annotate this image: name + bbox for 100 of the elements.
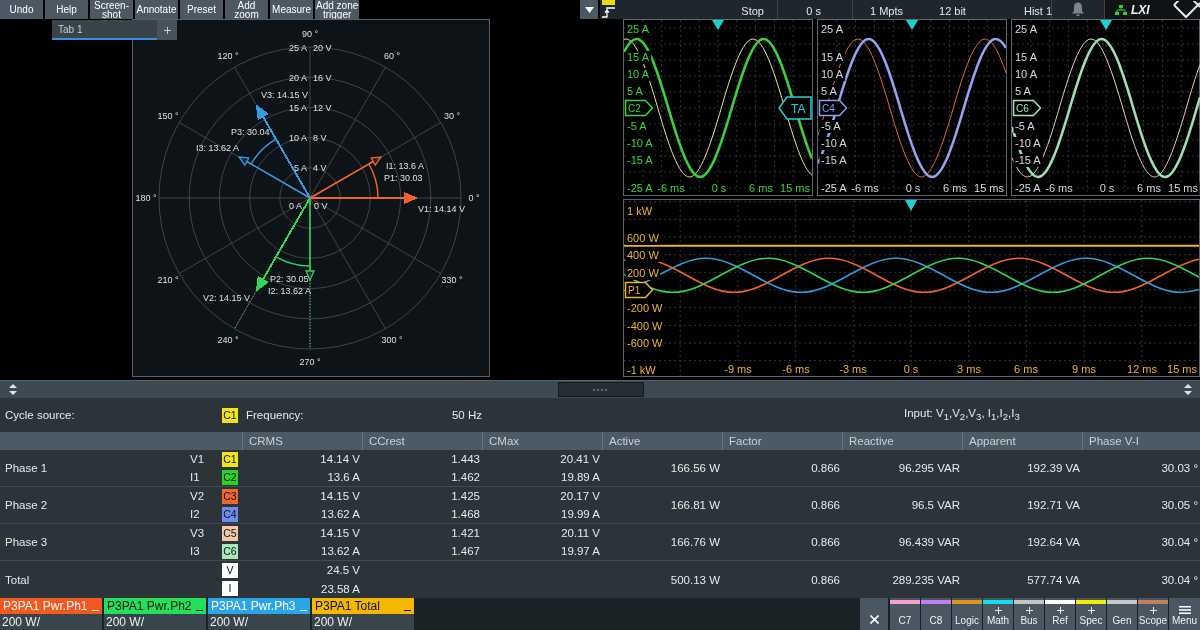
signal-button[interactable]: Math <box>983 598 1013 630</box>
channel-label[interactable]: V <box>222 562 238 578</box>
signal-button[interactable]: Logic <box>952 598 982 630</box>
channel-label[interactable]: C5 <box>222 525 238 541</box>
angle-label: 30 ° <box>443 111 461 121</box>
table-cell-text: 192.71 VA <box>1027 499 1081 511</box>
table-cell-text: 1.468 <box>451 508 481 520</box>
source-color-icon <box>602 0 615 5</box>
current-phasor-label: I3: 13.62 A <box>196 143 240 153</box>
channel-marker[interactable]: C6 <box>1012 99 1042 117</box>
channel-marker[interactable]: C2 <box>624 99 654 117</box>
channel-label[interactable]: C3 <box>222 488 238 504</box>
axis-label: 6 ms <box>1014 363 1038 375</box>
table-cell-text: 96.295 VAR <box>898 462 961 474</box>
angle-label: 120 ° <box>217 51 239 61</box>
rising-edge-icon[interactable] <box>602 7 615 18</box>
signal-name: V1 <box>189 453 206 465</box>
axis-label: 15 ms <box>780 182 810 194</box>
channel-label[interactable]: C1 <box>222 451 238 467</box>
axis-label: 15 A <box>1015 51 1038 63</box>
axis-label: 600 W <box>627 232 659 244</box>
signal-button[interactable]: Gen <box>1107 598 1137 630</box>
voltage-phasor-label: V1: 14.14 V <box>418 204 466 214</box>
table-cell-text: 1.462 <box>451 471 481 483</box>
signal-button[interactable]: Ref <box>1045 598 1075 630</box>
menu-button[interactable]: Menu <box>1169 598 1200 630</box>
channel-label[interactable]: C1 <box>222 407 238 423</box>
tab[interactable]: Tab 1 <box>52 20 157 40</box>
signal-button[interactable]: Bus <box>1014 598 1044 630</box>
signal-label-button[interactable]: P3PA1 Total <box>312 598 414 614</box>
minimize-icon[interactable] <box>196 609 203 611</box>
axis-label: -25 A <box>821 182 847 194</box>
toolbar-button[interactable]: Undo <box>0 0 43 19</box>
toolbar-button[interactable]: Preset <box>180 0 223 19</box>
axis-label: 0 s <box>711 182 727 194</box>
signal-button[interactable]: C7 <box>890 598 920 630</box>
table-cell-text: 30.05 ° <box>1161 499 1199 511</box>
current-scale-label: 5 A <box>294 163 307 174</box>
scale-value: 200 W/ <box>208 614 310 630</box>
trigger-level-marker[interactable]: TA <box>778 96 812 120</box>
toolbar-button[interactable]: Help <box>45 0 88 19</box>
column-header: Reactive <box>842 432 962 450</box>
phase-angle-arc <box>275 256 311 267</box>
phase-angle-arc <box>250 138 277 165</box>
angle-label: 60 ° <box>383 51 401 61</box>
angle-label: 270 ° <box>299 357 321 367</box>
dropdown-button[interactable] <box>580 0 598 19</box>
toolbar-button[interactable]: Add zoom <box>225 0 268 19</box>
trigger-position-icon <box>905 200 917 211</box>
axis-label: 15 A <box>627 51 650 63</box>
current-scale-label: 25 A <box>288 42 307 53</box>
close-button[interactable] <box>860 598 888 630</box>
toolbar-button[interactable]: Screen- shot <box>90 0 133 19</box>
axis-label: 10 A <box>1015 68 1038 80</box>
signal-label-button[interactable]: P3PA1 Pwr.Ph2 <box>104 598 206 614</box>
table-cell-text: 1.443 <box>451 453 481 465</box>
voltage-scale-label: 20 V <box>313 42 332 53</box>
row-label: Total <box>4 573 31 586</box>
toolbar-button[interactable]: Annotate <box>135 0 178 19</box>
status-value: Hist 1 <box>1023 5 1053 18</box>
up-down-arrows-icon[interactable] <box>9 384 17 395</box>
table-cell-text: 19.97 A <box>561 545 601 557</box>
up-down-arrows-icon[interactable] <box>1184 384 1192 395</box>
splitter-handle[interactable] <box>557 382 644 397</box>
signal-button[interactable]: Spec <box>1076 598 1106 630</box>
signal-button[interactable]: C8 <box>921 598 951 630</box>
axis-label: 6 ms <box>943 182 967 194</box>
cycle-source-label: Cycle source: <box>4 409 76 421</box>
add-tab-button[interactable] <box>157 20 177 40</box>
table-cell-text: 30.03 ° <box>1161 462 1199 474</box>
channel-label[interactable]: C4 <box>222 506 238 522</box>
table-cell-text: 30.04 ° <box>1161 536 1199 548</box>
bell-icon[interactable] <box>1071 2 1085 17</box>
signal-button[interactable]: Scope <box>1138 598 1168 630</box>
voltage-scale-label: 16 V <box>313 72 332 83</box>
channel-label[interactable]: C2 <box>222 469 238 485</box>
signal-name: I2 <box>189 508 201 520</box>
channel-marker[interactable]: C4 <box>818 99 848 117</box>
status-value: 1 Mpts <box>870 5 903 18</box>
channel-label[interactable]: C6 <box>222 543 238 559</box>
channel-marker[interactable]: P1 <box>624 281 654 299</box>
axis-label: -15 A <box>627 154 653 166</box>
axis-label: 400 W <box>627 249 659 261</box>
column-header: Apparent <box>962 432 1082 450</box>
voltage-scale-label: 12 V <box>313 102 332 113</box>
column-header: CCrest <box>362 432 482 450</box>
diamond-logo-icon <box>1170 0 1200 19</box>
current-phasor-label: I1: 13.6 A <box>386 161 425 171</box>
toolbar-button[interactable]: Measure <box>270 0 313 19</box>
column-header: Active <box>602 432 722 450</box>
axis-label: -25 A <box>627 182 653 194</box>
table-cell-text: 289.235 VAR <box>892 573 961 586</box>
axis-label: 200 W <box>627 267 659 279</box>
minimize-icon[interactable] <box>404 609 411 611</box>
caret-down-icon <box>584 6 594 13</box>
channel-label[interactable]: I <box>222 581 238 597</box>
table-cell-text: 14.14 V <box>320 453 361 465</box>
axis-label: 12 ms <box>1127 363 1157 375</box>
axis-label: 1 kW <box>627 205 653 217</box>
axis-label: -6 ms <box>851 182 879 194</box>
